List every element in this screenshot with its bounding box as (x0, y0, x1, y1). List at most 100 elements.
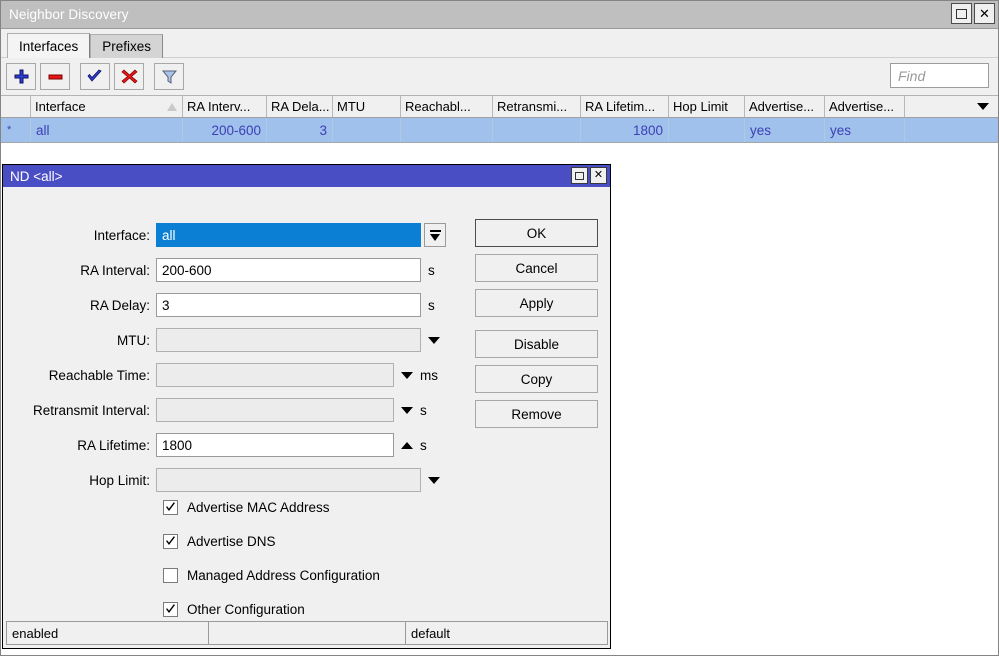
close-icon: ✕ (594, 170, 603, 181)
remove-button[interactable] (40, 63, 70, 90)
column-header-ra-delay[interactable]: RA Dela... (267, 96, 333, 117)
column-header-advertise-dns[interactable]: Advertise... (825, 96, 905, 117)
reachable-time-dropdown-arrow-icon[interactable] (401, 372, 413, 379)
checkbox-advertise-dns[interactable]: Advertise DNS (163, 534, 276, 549)
window-controls: ✕ (951, 3, 995, 24)
tab-prefixes[interactable]: Prefixes (90, 34, 163, 58)
check-icon (86, 68, 104, 85)
hop-limit-input[interactable] (156, 468, 421, 492)
nd-dialog-controls: ✕ (571, 167, 607, 184)
ok-button[interactable]: OK (475, 219, 598, 247)
table-row[interactable]: * all 200-600 3 1800 yes yes (1, 118, 998, 143)
cell-reachable-time (401, 118, 493, 142)
tab-interfaces-label: Interfaces (19, 39, 78, 54)
dropdown-bar (430, 230, 441, 232)
unit-retransmit-interval: s (420, 403, 427, 418)
neighbor-discovery-window: Neighbor Discovery ✕ Interfaces Prefixes (0, 0, 999, 656)
column-header-ra-interval[interactable]: RA Interv... (183, 96, 267, 117)
checkbox-label: Other Configuration (187, 602, 305, 617)
tab-bar: Interfaces Prefixes (1, 29, 998, 58)
mtu-input[interactable] (156, 328, 421, 352)
disable-button[interactable]: Disable (475, 330, 598, 358)
tab-interfaces[interactable]: Interfaces (7, 33, 90, 58)
interface-dropdown-button[interactable] (424, 223, 446, 247)
checkbox-other-configuration[interactable]: Other Configuration (163, 602, 305, 617)
sort-ascending-icon (167, 103, 177, 111)
window-titlebar: Neighbor Discovery ✕ (1, 1, 998, 29)
column-header-interface[interactable]: Interface (31, 96, 183, 117)
nd-dialog-title: ND <all> (3, 169, 63, 184)
ra-delay-input[interactable]: 3 (156, 293, 421, 317)
maximize-icon (956, 9, 967, 19)
retransmit-interval-input[interactable] (156, 398, 394, 422)
column-chooser-button[interactable] (905, 96, 998, 117)
search-input[interactable]: Find (890, 63, 989, 88)
checkbox-managed-address-configuration[interactable]: Managed Address Configuration (163, 568, 380, 583)
retransmit-interval-dropdown-arrow-icon[interactable] (401, 407, 413, 414)
field-row-reachable-time: Reachable Time: ms (3, 362, 473, 388)
disable-button[interactable] (114, 63, 144, 90)
column-header-reachable-time[interactable]: Reachabl... (401, 96, 493, 117)
cell-interface: all (31, 118, 183, 142)
column-header-advertise-mac[interactable]: Advertise... (745, 96, 825, 117)
copy-button[interactable]: Copy (475, 365, 598, 393)
ra-interval-input[interactable]: 200-600 (156, 258, 421, 282)
checkbox-box (163, 534, 178, 549)
cross-icon (121, 68, 138, 85)
nd-maximize-button[interactable] (571, 167, 588, 184)
enable-button[interactable] (80, 63, 110, 90)
label-ra-delay: RA Delay: (3, 298, 156, 313)
nd-dialog-body: Interface: all RA Interval: 200-600 s RA… (3, 187, 610, 621)
cell-ra-lifetime: 1800 (581, 118, 669, 142)
unit-ra-delay: s (428, 298, 435, 313)
table-header-row: Interface RA Interv... RA Dela... MTU Re… (1, 96, 998, 118)
label-interface: Interface: (3, 228, 156, 243)
label-retransmit-interval: Retransmit Interval: (3, 403, 156, 418)
field-row-ra-interval: RA Interval: 200-600 s (3, 257, 473, 283)
checkbox-label: Advertise MAC Address (187, 500, 330, 515)
funnel-icon (161, 68, 178, 85)
reachable-time-input[interactable] (156, 363, 394, 387)
close-icon: ✕ (979, 7, 990, 20)
apply-button[interactable]: Apply (475, 289, 598, 317)
mtu-dropdown-arrow-icon[interactable] (428, 337, 440, 344)
plus-icon (13, 68, 30, 85)
remove-button[interactable]: Remove (475, 400, 598, 428)
column-header-hop-limit[interactable]: Hop Limit (669, 96, 745, 117)
label-mtu: MTU: (3, 333, 156, 348)
ra-lifetime-dropdown-arrow-icon[interactable] (401, 442, 413, 449)
nd-close-button[interactable]: ✕ (590, 167, 607, 184)
maximize-icon (575, 172, 584, 180)
chevron-down-icon (977, 103, 989, 110)
window-title: Neighbor Discovery (1, 7, 129, 22)
column-header-interface-label: Interface (35, 99, 86, 114)
column-header-retransmit-interval[interactable]: Retransmi... (493, 96, 581, 117)
add-button[interactable] (6, 63, 36, 90)
cell-ra-interval: 200-600 (183, 118, 267, 142)
field-row-ra-lifetime: RA Lifetime: 1800 s (3, 432, 473, 458)
filter-button[interactable] (154, 63, 184, 90)
nd-dialog: ND <all> ✕ Interface: all (2, 164, 611, 649)
hop-limit-dropdown-arrow-icon[interactable] (428, 477, 440, 484)
cancel-button[interactable]: Cancel (475, 254, 598, 282)
checkbox-box (163, 568, 178, 583)
checkbox-label: Managed Address Configuration (187, 568, 380, 583)
label-reachable-time: Reachable Time: (3, 368, 156, 383)
checkbox-advertise-mac-address[interactable]: Advertise MAC Address (163, 500, 330, 515)
field-row-retransmit-interval: Retransmit Interval: s (3, 397, 473, 423)
cell-flag: * (1, 118, 31, 142)
maximize-button[interactable] (951, 3, 972, 24)
cell-ra-delay: 3 (267, 118, 333, 142)
field-row-ra-delay: RA Delay: 3 s (3, 292, 473, 318)
minus-icon (47, 68, 64, 85)
column-header-ra-lifetime[interactable]: RA Lifetim... (581, 96, 669, 117)
close-button[interactable]: ✕ (974, 3, 995, 24)
column-header-flag[interactable] (1, 96, 31, 117)
column-header-mtu[interactable]: MTU (333, 96, 401, 117)
interface-input[interactable]: all (156, 223, 421, 247)
cell-retransmit-interval (493, 118, 581, 142)
nd-dialog-titlebar: ND <all> ✕ (3, 165, 610, 187)
ra-lifetime-input[interactable]: 1800 (156, 433, 394, 457)
check-icon (165, 502, 176, 513)
unit-reachable-time: ms (420, 368, 438, 383)
